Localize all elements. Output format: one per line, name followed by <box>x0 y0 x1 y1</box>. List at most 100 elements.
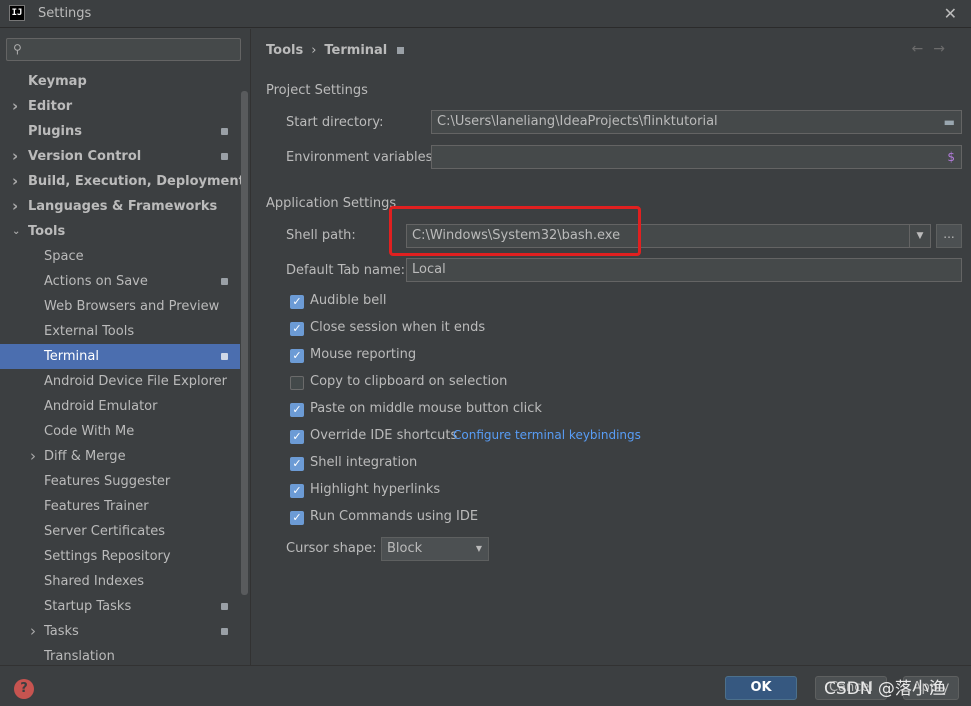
sidebar-item-label: Web Browsers and Preview <box>44 299 220 314</box>
sidebar-item-features-suggester[interactable]: Features Suggester <box>0 469 240 494</box>
chevron-down-icon[interactable]: ⌄ <box>12 219 20 244</box>
checkbox-row[interactable]: ✓ Audible bell <box>290 292 930 312</box>
project-settings-title: Project Settings <box>266 83 368 98</box>
chevron-right-icon[interactable]: › <box>12 194 18 219</box>
search-input[interactable]: ⚲ <box>6 38 241 61</box>
sidebar-item-label: External Tools <box>44 324 135 339</box>
checkbox-label: Highlight hyperlinks <box>310 482 441 497</box>
sidebar-item-android-emulator[interactable]: Android Emulator <box>0 394 240 419</box>
settings-tree: Keymap › Editor Plugins › Version Control › Bui… <box>0 69 245 665</box>
sidebar-item-translation[interactable]: Translation <box>0 644 240 665</box>
title-bar: IJ Settings ✕ <box>0 0 971 28</box>
back-arrow-icon[interactable]: ← <box>912 41 934 57</box>
sidebar-item-diff-merge[interactable]: › Diff & Merge <box>0 444 240 469</box>
search-icon: ⚲ <box>13 42 22 56</box>
help-icon[interactable]: ? <box>14 679 34 699</box>
sidebar-item-server-certificates[interactable]: Server Certificates <box>0 519 240 544</box>
shell-path-label: Shell path: <box>286 228 356 243</box>
chevron-right-icon[interactable]: › <box>30 444 36 469</box>
sidebar-item-label: Editor <box>28 99 73 114</box>
forward-arrow-icon[interactable]: → <box>933 41 955 57</box>
sidebar-item-keymap[interactable]: Keymap <box>0 69 240 94</box>
checkbox-checked[interactable]: ✓ <box>290 295 304 309</box>
checkbox-checked[interactable]: ✓ <box>290 322 304 336</box>
sidebar-item-plugins[interactable]: Plugins <box>0 119 240 144</box>
breadcrumb-parent[interactable]: Tools <box>266 43 303 58</box>
default-tab-name-field[interactable]: Local <box>406 258 962 282</box>
environment-variables-field[interactable]: $ <box>431 145 962 169</box>
checkbox-row[interactable]: ✓ Close session when it ends <box>290 319 930 339</box>
start-directory-field[interactable]: C:\Users\laneliang\IdeaProjects\flinktut… <box>431 110 962 134</box>
start-directory-value: C:\Users\laneliang\IdeaProjects\flinktut… <box>437 114 718 129</box>
checkbox-label: Close session when it ends <box>310 320 486 335</box>
checkbox-checked[interactable]: ✓ <box>290 430 304 444</box>
checkbox-row[interactable]: ✓ Mouse reporting <box>290 346 930 366</box>
cursor-shape-select[interactable]: Block ▼ <box>381 537 489 561</box>
checkbox-row[interactable]: ✓ Paste on middle mouse button click <box>290 400 930 420</box>
sidebar-item-external-tools[interactable]: External Tools <box>0 319 240 344</box>
checkbox-checked[interactable]: ✓ <box>290 511 304 525</box>
sidebar-item-version-control[interactable]: › Version Control <box>0 144 240 169</box>
chevron-right-icon[interactable]: › <box>12 144 18 169</box>
sidebar-item-features-trainer[interactable]: Features Trainer <box>0 494 240 519</box>
sidebar-item-label: Space <box>44 249 84 264</box>
sidebar-item-label: Server Certificates <box>44 524 166 539</box>
sidebar-item-editor[interactable]: › Editor <box>0 94 240 119</box>
sidebar-item-tasks[interactable]: › Tasks <box>0 619 240 644</box>
sidebar-item-label: Actions on Save <box>44 274 148 289</box>
chevron-right-icon[interactable]: › <box>30 619 36 644</box>
checkbox-checked[interactable]: ✓ <box>290 484 304 498</box>
sidebar-item-label: Diff & Merge <box>44 449 126 464</box>
sidebar-item-settings-repository[interactable]: Settings Repository <box>0 544 240 569</box>
breadcrumb: Tools › Terminal <box>266 43 405 58</box>
configure-keybindings-link[interactable]: Configure terminal keybindings <box>453 428 641 442</box>
checkbox-row[interactable]: ✓ Run Commands using IDE <box>290 508 930 528</box>
sidebar-item-label: Terminal <box>44 349 99 364</box>
chevron-right-icon[interactable]: › <box>12 94 18 119</box>
sidebar-item-code-with-me[interactable]: Code With Me <box>0 419 240 444</box>
ok-button[interactable]: OK <box>725 676 797 700</box>
watermark: CSDN @落小渔 <box>824 679 946 699</box>
project-scope-icon <box>221 278 228 285</box>
shell-path-highlight <box>389 206 641 256</box>
checkbox-row[interactable]: ✓ Override IDE shortcuts Configure termina… <box>290 427 930 447</box>
checkbox-row[interactable]: ✓ Shell integration <box>290 454 930 474</box>
project-scope-icon <box>221 153 228 160</box>
checkbox-checked[interactable]: ✓ <box>290 457 304 471</box>
close-icon[interactable]: ✕ <box>944 4 957 23</box>
sidebar-item-label: Features Suggester <box>44 474 171 489</box>
sidebar-item-web-browsers-and-preview[interactable]: Web Browsers and Preview <box>0 294 240 319</box>
sidebar-item-label: Build, Execution, Deployment <box>28 174 245 189</box>
sidebar-item-android-device-file-explorer[interactable]: Android Device File Explorer <box>0 369 240 394</box>
sidebar-item-label: Code With Me <box>44 424 135 439</box>
sidebar-item-terminal[interactable]: Terminal <box>0 344 240 369</box>
sidebar-item-actions-on-save[interactable]: Actions on Save <box>0 269 240 294</box>
checkbox-row[interactable]: Copy to clipboard on selection <box>290 373 930 393</box>
folder-icon[interactable]: ▬ <box>944 111 955 133</box>
project-scope-icon <box>221 628 228 635</box>
checkbox-label: Copy to clipboard on selection <box>310 374 508 389</box>
sidebar-item-shared-indexes[interactable]: Shared Indexes <box>0 569 240 594</box>
checkbox-checked[interactable]: ✓ <box>290 403 304 417</box>
checkbox-checked[interactable]: ✓ <box>290 349 304 363</box>
shell-path-dropdown-icon[interactable]: ▼ <box>909 224 931 248</box>
sidebar-item-languages-frameworks[interactable]: › Languages & Frameworks <box>0 194 240 219</box>
intellij-logo-icon: IJ <box>9 5 25 21</box>
sidebar-item-label: Translation <box>44 649 115 664</box>
start-directory-label: Start directory: <box>286 115 384 130</box>
sidebar-item-label: Startup Tasks <box>44 599 132 614</box>
checkbox-row[interactable]: ✓ Highlight hyperlinks <box>290 481 930 501</box>
application-settings-title: Application Settings <box>266 196 397 211</box>
chevron-right-icon[interactable]: › <box>12 169 18 194</box>
checkbox-label: Run Commands using IDE <box>310 509 479 524</box>
sidebar-item-startup-tasks[interactable]: Startup Tasks <box>0 594 240 619</box>
checkbox-unchecked[interactable] <box>290 376 304 390</box>
sidebar-item-label: Android Emulator <box>44 399 158 414</box>
sidebar-item-space[interactable]: Space <box>0 244 240 269</box>
sidebar-scrollbar[interactable] <box>241 91 248 595</box>
shell-path-browse-button[interactable]: ... <box>936 224 962 248</box>
sidebar-item-label: Android Device File Explorer <box>44 374 227 389</box>
sidebar-item-tools[interactable]: ⌄ Tools <box>0 219 240 244</box>
sidebar-item-build-execution-deployment[interactable]: › Build, Execution, Deployment <box>0 169 245 194</box>
dollar-icon[interactable]: $ <box>947 146 955 168</box>
